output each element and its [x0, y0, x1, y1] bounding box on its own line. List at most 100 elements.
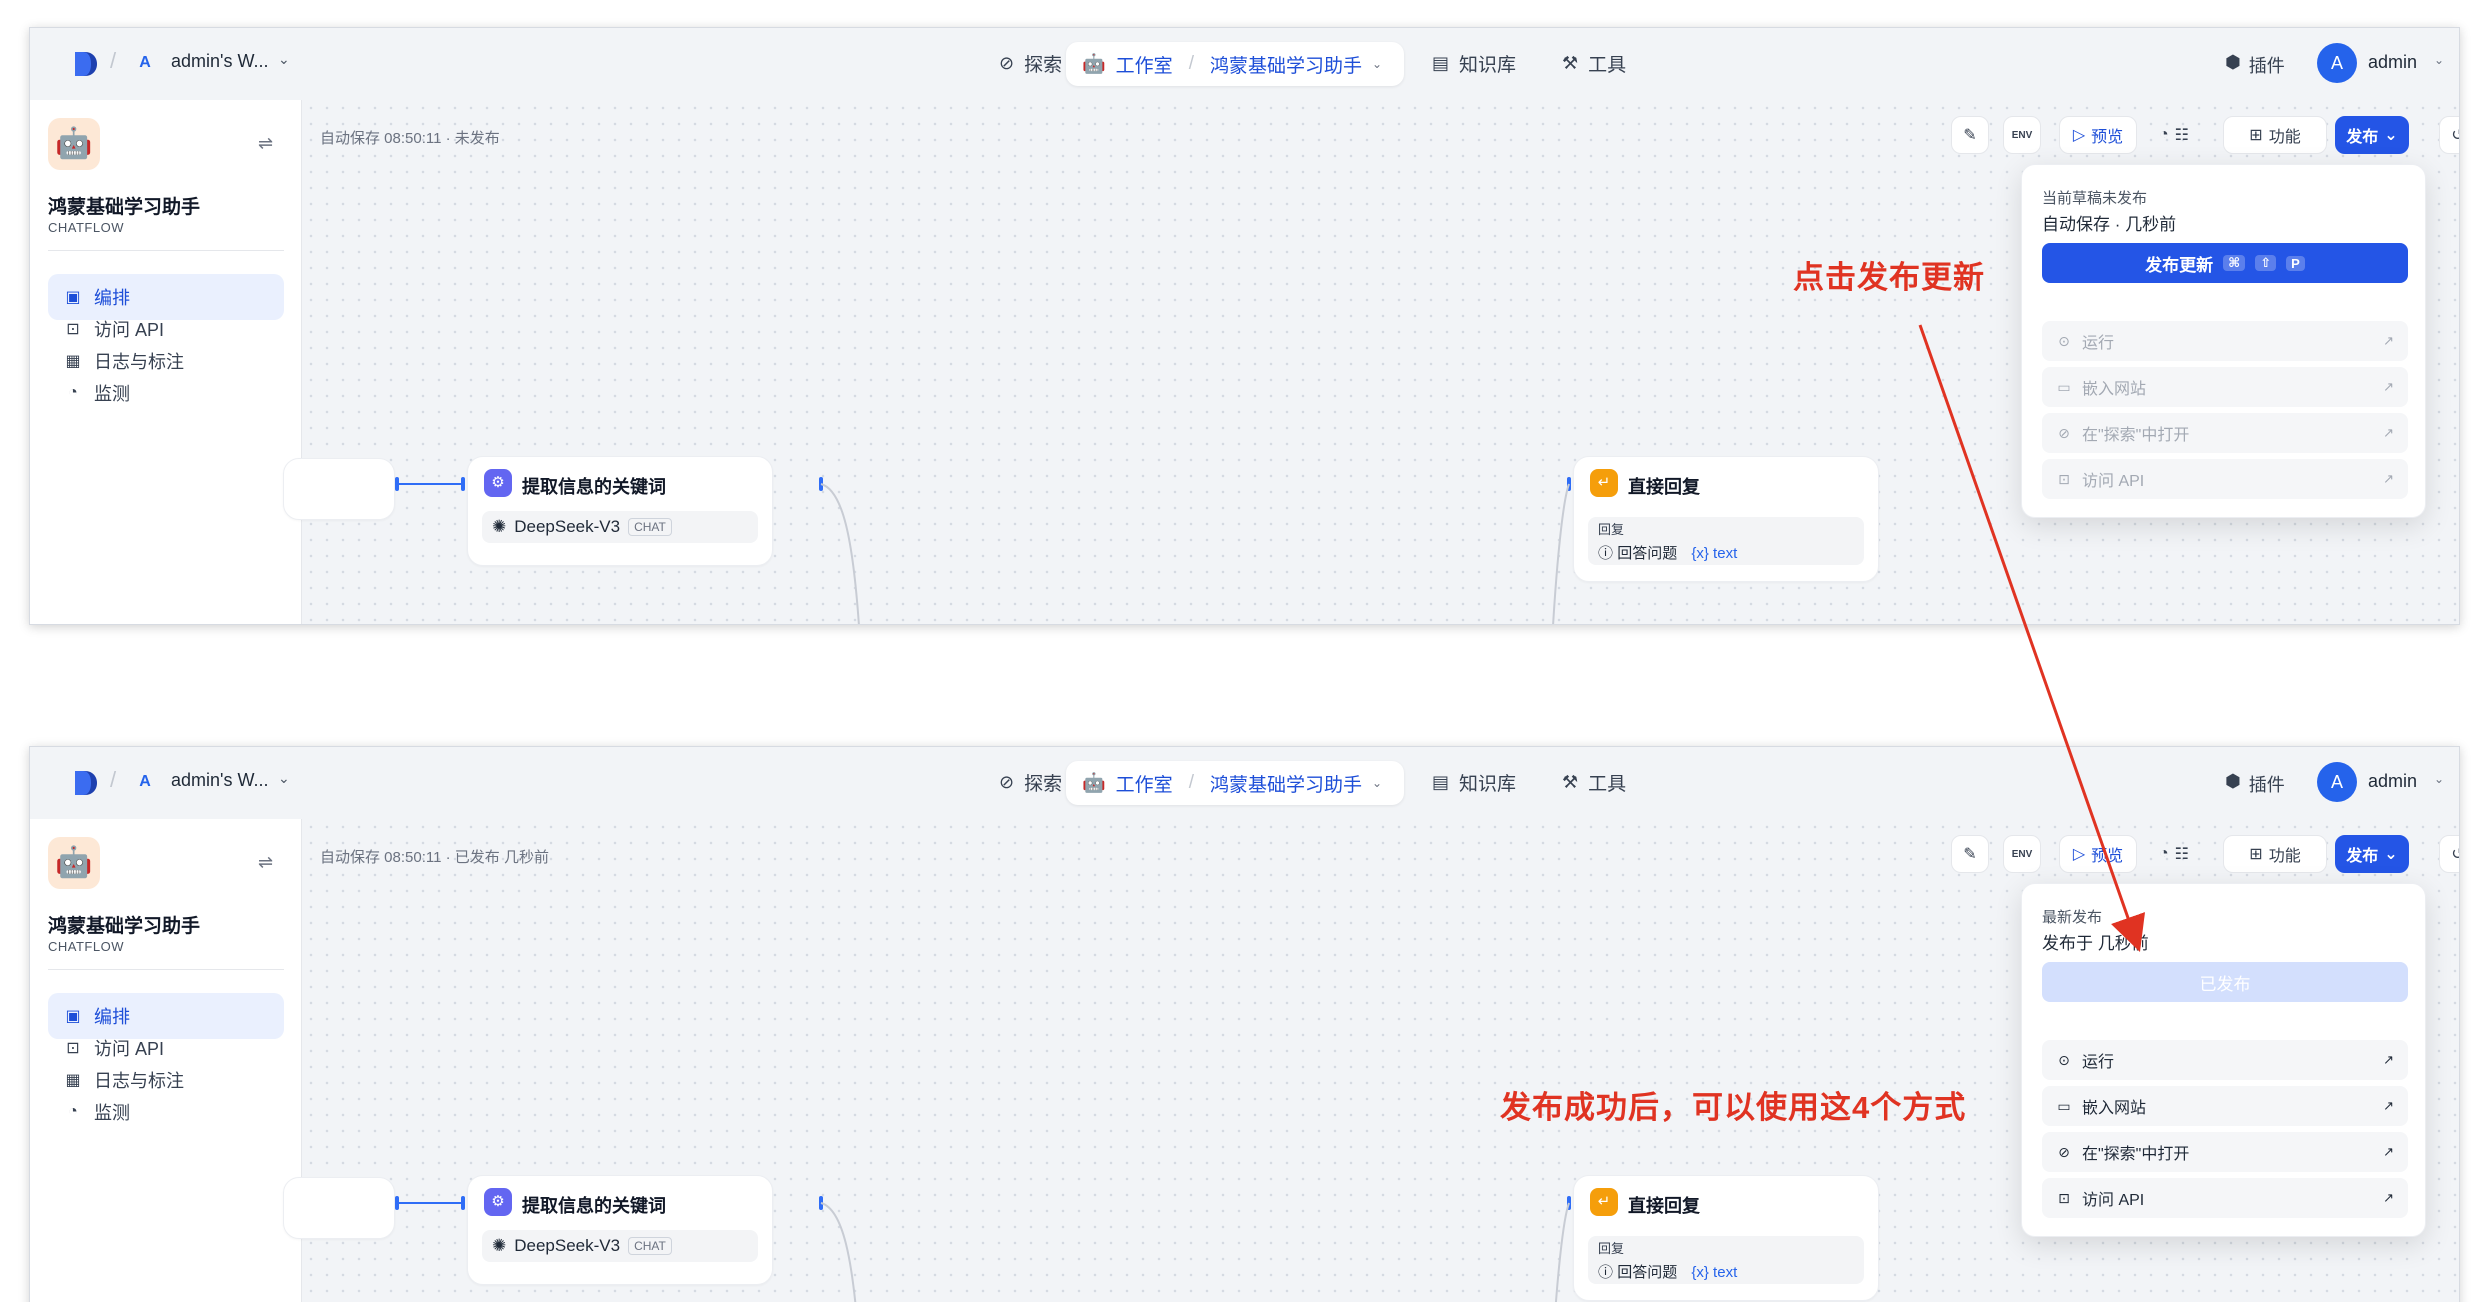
- chevron-down-icon[interactable]: ⌄: [1372, 776, 1382, 790]
- gauge-icon[interactable]: ◔: [2159, 845, 2169, 863]
- avatar[interactable]: A: [2317, 43, 2357, 83]
- history-button[interactable]: ↺: [2439, 116, 2459, 154]
- arrow-up-right-icon: ↗: [2383, 471, 2394, 486]
- menu-item-open-explore[interactable]: ⊘ 在"探索"中打开 ↗: [2042, 1132, 2408, 1172]
- gauge-icon[interactable]: ◔: [2159, 126, 2169, 144]
- cube-icon: ⬢: [2225, 52, 2241, 72]
- nav-knowledge[interactable]: ▤ 知识库: [1432, 50, 1516, 77]
- node-handle[interactable]: [461, 1196, 465, 1210]
- menu-item-run[interactable]: ⊙ 运行 ↗: [2042, 1040, 2408, 1080]
- features-button[interactable]: ⊞ 功能: [2223, 835, 2327, 873]
- features-button[interactable]: ⊞ 功能: [2223, 116, 2327, 154]
- workspace-badge: A: [139, 54, 151, 71]
- edge: [397, 483, 463, 485]
- nav-explore[interactable]: ⊘ 探索: [999, 769, 1062, 796]
- workspace-switcher[interactable]: admin's W...: [171, 51, 268, 72]
- start-node[interactable]: [283, 458, 395, 520]
- compass-icon: ⊘: [2058, 424, 2070, 441]
- publish-button[interactable]: 发布 ⌄: [2335, 116, 2409, 154]
- debug-tools[interactable]: ◔ ☷: [2139, 116, 2209, 154]
- workflow-canvas[interactable]: 自动保存 08:50:11 · 未发布 ✎ ENV ▷ 预览 ◔ ☷ ⊞ 功能 发布…: [283, 100, 2459, 624]
- publish-button[interactable]: 发布 ⌄: [2335, 835, 2409, 873]
- robot-icon: 🤖: [1082, 54, 1106, 75]
- user-name[interactable]: admin: [2368, 771, 2417, 792]
- compass-icon: ⊘: [999, 53, 1015, 73]
- env-button[interactable]: ENV: [2003, 116, 2041, 154]
- command-key: ⌘: [2223, 255, 2246, 271]
- workspace-badge: A: [139, 773, 151, 790]
- nav-explore[interactable]: ⊘ 探索: [999, 50, 1062, 77]
- settings-toggle-icon[interactable]: ⇌: [258, 133, 273, 154]
- edge: [820, 1202, 857, 1302]
- nav-tools[interactable]: ⚒ 工具: [1562, 50, 1626, 77]
- sidebar-item-monitor[interactable]: ◔ 监测: [48, 370, 284, 416]
- node-handle[interactable]: [395, 1196, 399, 1210]
- play-icon: ▷: [2072, 127, 2086, 144]
- nav-plugin[interactable]: ⬢ 插件: [2225, 771, 2285, 797]
- menu-item-embed[interactable]: ▭ 嵌入网站 ↗: [2042, 1086, 2408, 1126]
- dify-logo[interactable]: [71, 769, 99, 797]
- menu-item-api[interactable]: ⊡ 访问 API ↗: [2042, 1178, 2408, 1218]
- arrow-up-right-icon: ↗: [2383, 379, 2394, 394]
- menu-item-embed: ▭ 嵌入网站 ↗: [2042, 367, 2408, 407]
- current-app-switcher[interactable]: 鸿蒙基础学习助手: [1210, 51, 1362, 78]
- book-icon: ▤: [1432, 53, 1450, 73]
- chevron-down-icon[interactable]: ⌄: [278, 770, 290, 787]
- nav-studio[interactable]: 🤖 工作室 / 鸿蒙基础学习助手 ⌄: [1066, 761, 1404, 805]
- menu-item-api: ⊡ 访问 API ↗: [2042, 459, 2408, 499]
- model-row: ✺ DeepSeek-V3 CHAT: [482, 1230, 758, 1262]
- current-app-switcher[interactable]: 鸿蒙基础学习助手: [1210, 770, 1362, 797]
- brain-icon: ⚙: [484, 469, 512, 497]
- arrow-up-right-icon: ↗: [2383, 425, 2394, 440]
- chevron-down-icon[interactable]: ⌄: [2434, 53, 2444, 67]
- checklist-button[interactable]: ✎: [1951, 116, 1989, 154]
- answer-node[interactable]: ↵ 直接回复 回复 ⓘ 回答问题 {x} text: [1573, 456, 1879, 582]
- nav-plugin[interactable]: ⬢ 插件: [2225, 52, 2285, 78]
- workspace-switcher[interactable]: admin's W...: [171, 770, 268, 791]
- chevron-down-icon[interactable]: ⌄: [2434, 772, 2444, 786]
- edit-icon: ✎: [1963, 846, 1977, 863]
- settings-toggle-icon[interactable]: ⇌: [258, 852, 273, 873]
- llm-node[interactable]: ⚙ 提取信息的关键词 ✺ DeepSeek-V3 CHAT: [467, 456, 773, 566]
- chevron-down-icon[interactable]: ⌄: [278, 51, 290, 68]
- dify-logo[interactable]: [71, 50, 99, 78]
- terminal-icon: ⊡: [2058, 1189, 2070, 1206]
- terminal-icon: ⊡: [66, 321, 80, 338]
- user-name[interactable]: admin: [2368, 52, 2417, 73]
- shift-key: ⇧: [2255, 255, 2277, 271]
- answer-node[interactable]: ↵ 直接回复 回复 ⓘ 回答问题 {x} text: [1573, 1175, 1879, 1301]
- llm-node[interactable]: ⚙ 提取信息的关键词 ✺ DeepSeek-V3 CHAT: [467, 1175, 773, 1285]
- debug-tools[interactable]: ◔ ☷: [2139, 835, 2209, 873]
- log-icon: ▦: [65, 1072, 81, 1089]
- node-handle[interactable]: [395, 477, 399, 491]
- gauge-icon: ◔: [68, 1103, 78, 1120]
- robot-icon: 🤖: [1082, 773, 1106, 794]
- start-node[interactable]: [283, 1177, 395, 1239]
- nav-knowledge[interactable]: ▤ 知识库: [1432, 769, 1516, 796]
- avatar[interactable]: A: [2317, 762, 2357, 802]
- app-title: 鸿蒙基础学习助手: [48, 197, 201, 218]
- edge: [397, 1202, 463, 1204]
- checklist-button[interactable]: ✎: [1951, 835, 1989, 873]
- workflow-canvas[interactable]: 自动保存 08:50:11 · 已发布 几秒前 ✎ ENV ▷ 预览 ◔ ☷ ⊞ 功…: [283, 819, 2459, 1302]
- grid-icon: ⊞: [2249, 846, 2263, 863]
- preview-button[interactable]: ▷ 预览: [2059, 116, 2137, 154]
- reply-icon: ↵: [1590, 1188, 1618, 1216]
- autosave-status: 自动保存 08:50:11 · 已发布 几秒前: [320, 849, 549, 866]
- publish-dropdown: 最新发布 发布于 几秒前 已发布 ⊙ 运行 ↗ ▭ 嵌入网站 ↗ ⊘ 在"探索"…: [2021, 883, 2426, 1237]
- publish-dropdown: 当前草稿未发布 自动保存 · 几秒前 发布更新 ⌘ ⇧ P ⊙ 运行 ↗ ▭ 嵌…: [2021, 164, 2426, 518]
- history-button[interactable]: ↺: [2439, 835, 2459, 873]
- list-icon[interactable]: ☷: [2175, 125, 2189, 145]
- list-icon[interactable]: ☷: [2175, 844, 2189, 864]
- env-button[interactable]: ENV: [2003, 835, 2041, 873]
- preview-button[interactable]: ▷ 预览: [2059, 835, 2137, 873]
- sidebar-item-monitor[interactable]: ◔ 监测: [48, 1089, 284, 1135]
- nav-tools[interactable]: ⚒ 工具: [1562, 769, 1626, 796]
- node-handle[interactable]: [461, 477, 465, 491]
- publish-update-button[interactable]: 发布更新 ⌘ ⇧ P: [2042, 243, 2408, 283]
- arrow-up-right-icon: ↗: [2383, 1098, 2394, 1113]
- chevron-down-icon[interactable]: ⌄: [1372, 57, 1382, 71]
- model-icon: ✺: [492, 517, 507, 536]
- nav-studio[interactable]: 🤖 工作室 / 鸿蒙基础学习助手 ⌄: [1066, 42, 1404, 86]
- compass-icon: ⊘: [2058, 1143, 2070, 1160]
